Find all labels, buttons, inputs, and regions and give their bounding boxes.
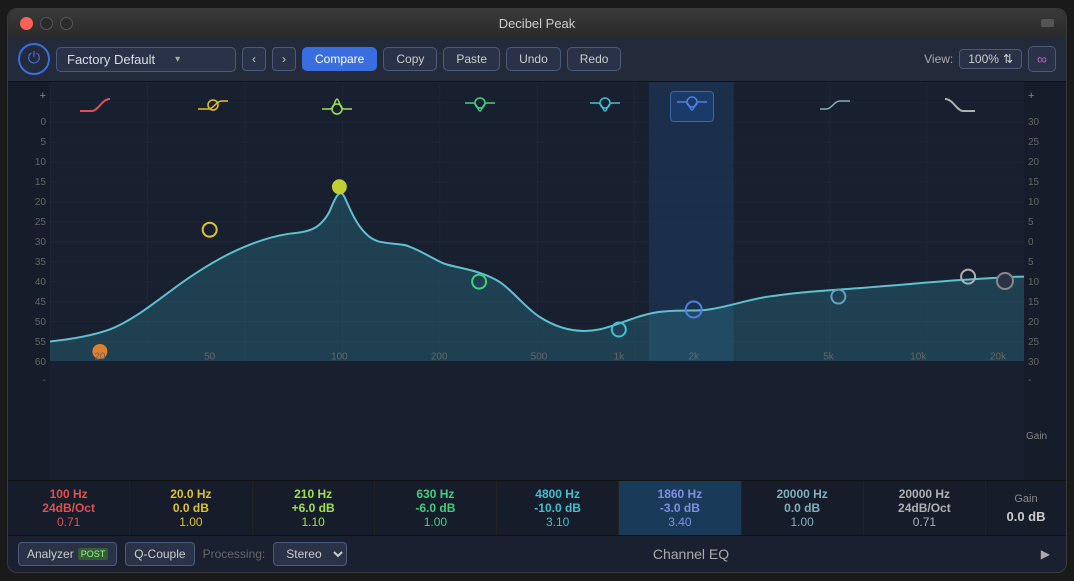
window-controls bbox=[20, 17, 73, 30]
band2-params[interactable]: 20.0 Hz 0.0 dB 1.00 bbox=[130, 481, 252, 535]
power-button[interactable]: ⏻ bbox=[18, 43, 50, 75]
band1-freq: 100 Hz bbox=[50, 487, 88, 501]
analyzer-label: Analyzer bbox=[27, 547, 74, 561]
band4-freq: 630 Hz bbox=[416, 487, 454, 501]
svg-text:10k: 10k bbox=[910, 351, 926, 361]
paste-button[interactable]: Paste bbox=[443, 47, 500, 71]
band7-q: 1.00 bbox=[790, 515, 813, 529]
band2-gain: 0.0 dB bbox=[173, 501, 209, 515]
band6-params[interactable]: 1860 Hz -3.0 dB 3.40 bbox=[619, 481, 741, 535]
svg-text:200: 200 bbox=[431, 351, 448, 361]
band4-icon[interactable] bbox=[465, 95, 495, 120]
preset-name: Factory Default bbox=[67, 52, 155, 67]
band7-icon[interactable] bbox=[820, 95, 850, 120]
band4-params[interactable]: 630 Hz -6.0 dB 1.00 bbox=[375, 481, 497, 535]
band5-icon[interactable] bbox=[590, 95, 620, 120]
analyzer-button[interactable]: Analyzer POST bbox=[18, 542, 117, 566]
band1-params[interactable]: 100 Hz 24dB/Oct 0.71 bbox=[8, 481, 130, 535]
band5-q: 3.10 bbox=[546, 515, 569, 529]
db-labels-left: + 0 5 10 15 20 25 30 35 40 45 50 55 60 - bbox=[8, 82, 50, 480]
band4-q: 1.00 bbox=[424, 515, 447, 529]
bottom-bar: Analyzer POST Q-Couple Processing: Stere… bbox=[8, 535, 1066, 572]
eq-canvas[interactable]: 20 50 100 200 500 1k 2k 5k 10k 20k bbox=[50, 82, 1024, 480]
maximize-button[interactable] bbox=[60, 17, 73, 30]
title-bar: Decibel Peak bbox=[8, 9, 1066, 37]
band3-icon[interactable] bbox=[322, 95, 352, 120]
view-value: 100% bbox=[968, 52, 999, 66]
chevron-down-icon: ▾ bbox=[175, 54, 180, 65]
window-title: Decibel Peak bbox=[499, 16, 576, 31]
band2-icon[interactable] bbox=[198, 95, 228, 120]
svg-text:500: 500 bbox=[531, 351, 548, 361]
svg-text:2k: 2k bbox=[688, 351, 699, 361]
copy-button[interactable]: Copy bbox=[383, 47, 437, 71]
view-label: View: bbox=[924, 52, 953, 66]
post-label: POST bbox=[78, 548, 109, 560]
band3-gain: +6.0 dB bbox=[292, 501, 335, 515]
band8-freq: 20000 Hz bbox=[899, 487, 950, 501]
gain-column: Gain 0.0 dB bbox=[986, 481, 1066, 535]
close-button[interactable] bbox=[20, 17, 33, 30]
undo-button[interactable]: Undo bbox=[506, 47, 561, 71]
band1-gain: 24dB/Oct bbox=[42, 501, 95, 515]
band5-freq: 4800 Hz bbox=[535, 487, 580, 501]
band6-icon[interactable] bbox=[670, 91, 714, 122]
svg-text:5k: 5k bbox=[823, 351, 834, 361]
band2-freq: 20.0 Hz bbox=[170, 487, 211, 501]
svg-text:100: 100 bbox=[331, 351, 348, 361]
band4-gain: -6.0 dB bbox=[415, 501, 455, 515]
link-button[interactable]: ∞ bbox=[1028, 46, 1056, 72]
eq-curve-svg: 20 50 100 200 500 1k 2k 5k 10k 20k bbox=[50, 82, 1024, 361]
band3-params[interactable]: 210 Hz +6.0 dB 1.10 bbox=[253, 481, 375, 535]
band1-icon[interactable] bbox=[80, 95, 110, 120]
band5-gain: -10.0 dB bbox=[534, 501, 581, 515]
band1-q: 0.71 bbox=[57, 515, 80, 529]
window-resize-handle[interactable] bbox=[1041, 19, 1054, 27]
svg-text:50: 50 bbox=[204, 351, 216, 361]
band3-freq: 210 Hz bbox=[294, 487, 332, 501]
stepper-icon: ⇅ bbox=[1003, 52, 1013, 66]
svg-text:20k: 20k bbox=[990, 351, 1006, 361]
toolbar: ⏻ Factory Default ▾ ‹ › Compare Copy Pas… bbox=[8, 37, 1066, 82]
gain-label: Gain bbox=[1026, 431, 1047, 442]
play-button[interactable]: ▶ bbox=[1035, 545, 1056, 563]
gain-column-label: Gain bbox=[1014, 493, 1037, 505]
band5-params[interactable]: 4800 Hz -10.0 dB 3.10 bbox=[497, 481, 619, 535]
output-knob[interactable] bbox=[996, 272, 1014, 290]
db-labels-right: + 30 25 20 15 10 5 0 5 10 15 20 25 30 - … bbox=[1024, 82, 1066, 480]
redo-button[interactable]: Redo bbox=[567, 47, 622, 71]
svg-text:20: 20 bbox=[94, 351, 106, 361]
band7-freq: 20000 Hz bbox=[776, 487, 827, 501]
band8-q: 0.71 bbox=[913, 515, 936, 529]
compare-button[interactable]: Compare bbox=[302, 47, 377, 71]
processing-label: Processing: bbox=[203, 547, 266, 561]
preset-dropdown[interactable]: Factory Default ▾ bbox=[56, 47, 236, 72]
band2-q: 1.00 bbox=[179, 515, 202, 529]
band6-freq: 1860 Hz bbox=[658, 487, 703, 501]
band3-q: 1.10 bbox=[301, 515, 324, 529]
band8-gain: 24dB/Oct bbox=[898, 501, 951, 515]
band8-params[interactable]: 20000 Hz 24dB/Oct 0.71 bbox=[864, 481, 986, 535]
band7-params[interactable]: 20000 Hz 0.0 dB 1.00 bbox=[742, 481, 864, 535]
footer-title: Channel EQ bbox=[355, 546, 1027, 562]
qcouple-button[interactable]: Q-Couple bbox=[125, 542, 194, 566]
plugin-window: Decibel Peak ⏻ Factory Default ▾ ‹ › Com… bbox=[7, 8, 1067, 573]
band-params-bar: 100 Hz 24dB/Oct 0.71 20.0 Hz 0.0 dB 1.00… bbox=[8, 480, 1066, 535]
band8-icon[interactable] bbox=[945, 95, 975, 120]
prev-preset-button[interactable]: ‹ bbox=[242, 47, 266, 71]
processing-select[interactable]: Stereo bbox=[273, 542, 347, 566]
band7-gain: 0.0 dB bbox=[784, 501, 820, 515]
view-dropdown[interactable]: 100% ⇅ bbox=[959, 49, 1022, 69]
svg-text:1k: 1k bbox=[614, 351, 625, 361]
band6-q: 3.40 bbox=[668, 515, 691, 529]
band6-gain: -3.0 dB bbox=[660, 501, 700, 515]
minimize-button[interactable] bbox=[40, 17, 53, 30]
gain-value: 0.0 dB bbox=[1006, 509, 1045, 524]
eq-area: + 0 5 10 15 20 25 30 35 40 45 50 55 60 - bbox=[8, 82, 1066, 480]
next-preset-button[interactable]: › bbox=[272, 47, 296, 71]
